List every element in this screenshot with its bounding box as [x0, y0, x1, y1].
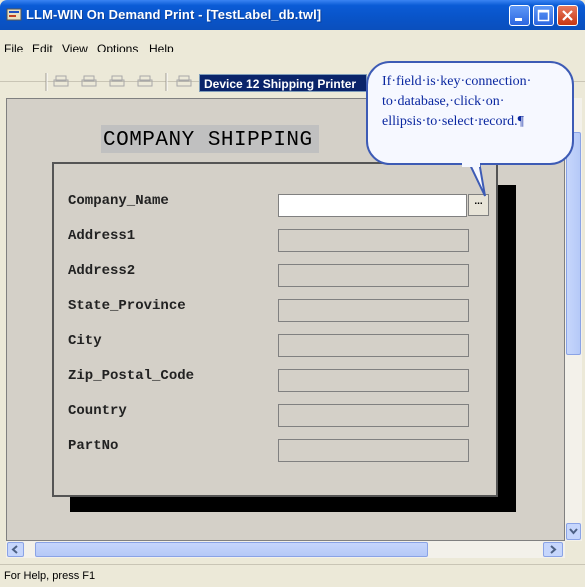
printer-select[interactable]: Device 12 Shipping Printer	[199, 74, 367, 92]
city-input[interactable]	[278, 334, 469, 357]
chevron-left-icon	[11, 545, 18, 554]
country-input[interactable]	[278, 404, 469, 427]
scroll-down-button[interactable]	[566, 523, 581, 540]
vertical-scroll-thumb[interactable]	[566, 132, 581, 355]
state-province-input[interactable]	[278, 299, 469, 322]
form-title: COMPANY SHIPPING	[101, 125, 319, 153]
maximize-button[interactable]	[533, 5, 554, 26]
scroll-right-button[interactable]	[543, 542, 563, 557]
scroll-left-button[interactable]	[7, 542, 24, 557]
field-label-address2: Address2	[68, 263, 136, 279]
callout-pointer-fill	[462, 155, 480, 167]
chevron-right-icon	[550, 545, 557, 554]
field-label-company-name: Company_Name	[68, 193, 169, 209]
minimize-button[interactable]	[509, 5, 530, 26]
partno-input[interactable]	[278, 439, 469, 462]
address1-input[interactable]	[278, 229, 469, 252]
field-label-address1: Address1	[68, 228, 136, 244]
chevron-down-icon	[569, 528, 578, 535]
print-icon[interactable]	[53, 75, 73, 89]
close-button[interactable]	[557, 5, 578, 26]
horizontal-scroll-thumb[interactable]	[35, 542, 428, 557]
print-icon[interactable]	[176, 75, 196, 89]
app-icon	[6, 8, 22, 21]
toolbar-separator	[165, 73, 168, 91]
field-label-zip-postal-code: Zip_Postal_Code	[68, 368, 195, 384]
zip-postal-code-input[interactable]	[278, 369, 469, 392]
print-icon[interactable]	[137, 75, 157, 89]
field-label-country: Country	[68, 403, 127, 419]
maximize-icon	[537, 9, 550, 22]
status-text: For Help, press F1	[4, 570, 96, 582]
close-icon	[562, 10, 573, 21]
field-label-state-province: State_Province	[68, 298, 186, 314]
company-name-input[interactable]	[278, 194, 467, 217]
toolbar-separator	[45, 73, 48, 91]
callout-text: If·field·is·key·connection· to·database,…	[382, 74, 532, 129]
field-label-partno: PartNo	[68, 438, 119, 454]
window-title: LLM-WIN On Demand Print - [TestLabel_db.…	[26, 7, 322, 22]
print-icon[interactable]	[109, 75, 129, 89]
field-label-city: City	[68, 333, 102, 349]
print-icon[interactable]	[81, 75, 101, 89]
address2-input[interactable]	[278, 264, 469, 287]
minimize-icon	[515, 18, 522, 21]
